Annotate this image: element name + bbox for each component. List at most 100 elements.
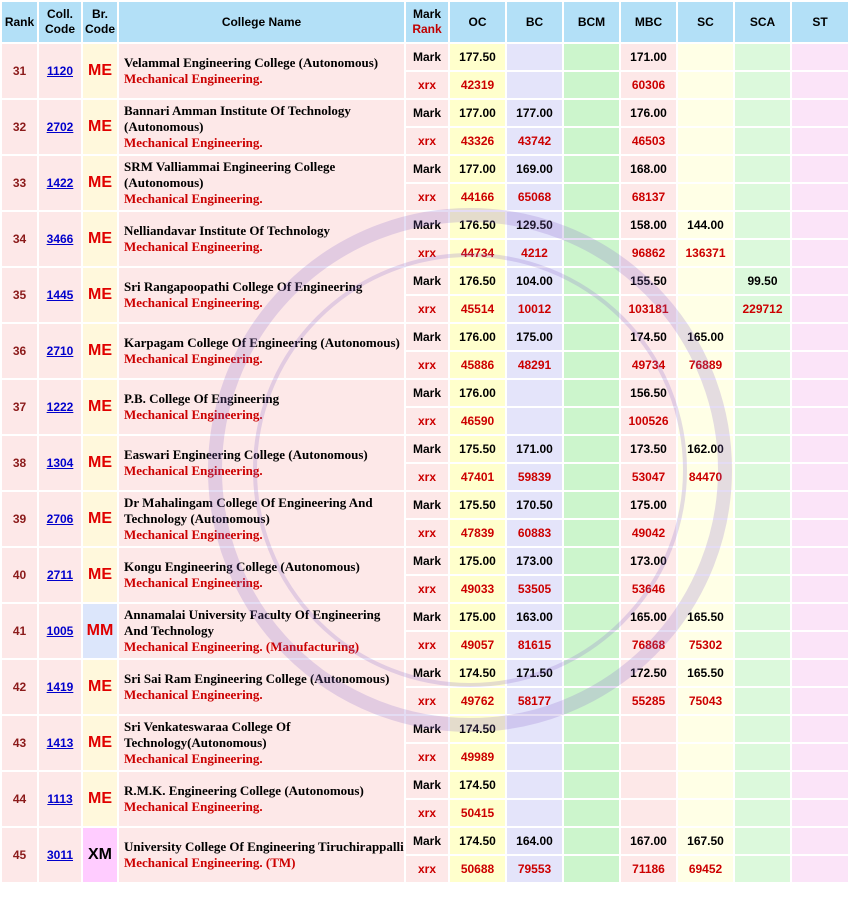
- header-br-code: Br. Code: [83, 2, 117, 42]
- rank-label: xrx: [406, 576, 448, 602]
- rank-bc: 43742: [507, 128, 562, 154]
- mark-bc: 164.00: [507, 828, 562, 854]
- rank-label: xrx: [406, 184, 448, 210]
- mark-mbc: 175.00: [621, 492, 676, 518]
- mark-label: Mark: [406, 156, 448, 182]
- college-code-cell: 1445: [39, 268, 81, 322]
- mark-mbc: 168.00: [621, 156, 676, 182]
- mark-bc: 129.50: [507, 212, 562, 238]
- rank-mbc: 96862: [621, 240, 676, 266]
- table-body: 31 1120 ME Velammal Engineering College (Au…: [2, 44, 848, 882]
- mark-mbc: 176.00: [621, 100, 676, 126]
- college-code-link[interactable]: 1419: [47, 680, 74, 694]
- mark-st: [792, 604, 848, 630]
- college-name: SRM Valliammai Engineering College (Auto…: [124, 159, 336, 190]
- rank-mbc: 55285: [621, 688, 676, 714]
- college-code-link[interactable]: 1222: [47, 400, 74, 414]
- mark-bcm: [564, 716, 619, 742]
- rank-label: xrx: [406, 240, 448, 266]
- college-name: Dr Mahalingam College Of Engineering And…: [124, 495, 373, 526]
- mark-label: Mark: [406, 828, 448, 854]
- college-code-cell: 2710: [39, 324, 81, 378]
- mark-bcm: [564, 380, 619, 406]
- rank-bc: 81615: [507, 632, 562, 658]
- college-code-link[interactable]: 1005: [47, 624, 74, 638]
- branch-code: XM: [83, 828, 117, 882]
- mark-st: [792, 716, 848, 742]
- mark-bc: 170.50: [507, 492, 562, 518]
- mark-bcm: [564, 436, 619, 462]
- branch-name: Mechanical Engineering.: [124, 463, 263, 478]
- rank-oc: 47839: [450, 520, 505, 546]
- college-code-link[interactable]: 3011: [47, 848, 73, 862]
- row-rank: 33: [2, 156, 37, 210]
- table-row: 40 2711 ME Kongu Engineering College (Auton…: [2, 548, 848, 602]
- mark-bcm: [564, 44, 619, 70]
- row-rank: 37: [2, 380, 37, 434]
- college-code-link[interactable]: 2711: [47, 568, 73, 582]
- rank-label: xrx: [406, 352, 448, 378]
- college-name: Kongu Engineering College (Autonomous): [124, 559, 360, 574]
- college-name: Sri Venkateswaraa College Of Technology(…: [124, 719, 291, 750]
- rank-mbc: 103181: [621, 296, 676, 322]
- college-code-link[interactable]: 1113: [47, 792, 72, 806]
- branch-name: Mechanical Engineering.: [124, 239, 263, 254]
- rank-sca: [735, 408, 790, 434]
- rank-bc: [507, 800, 562, 826]
- rank-st: [792, 856, 848, 882]
- college-code-link[interactable]: 2710: [47, 344, 74, 358]
- branch-name: Mechanical Engineering. (TM): [124, 855, 296, 870]
- college-code-link[interactable]: 1413: [47, 736, 74, 750]
- mark-sca: [735, 548, 790, 574]
- college-code-link[interactable]: 3466: [47, 232, 74, 246]
- college-code-cell: 2711: [39, 548, 81, 602]
- mark-oc: 177.50: [450, 44, 505, 70]
- rank-st: [792, 800, 848, 826]
- mark-st: [792, 100, 848, 126]
- rank-bcm: [564, 408, 619, 434]
- college-code-link[interactable]: 1445: [47, 288, 74, 302]
- branch-name: Mechanical Engineering.: [124, 527, 263, 542]
- rank-oc: 45886: [450, 352, 505, 378]
- rank-sca: [735, 744, 790, 770]
- table-row: 36 2710 ME Karpagam College Of Engineering …: [2, 324, 848, 378]
- mark-sca: [735, 380, 790, 406]
- college-code-cell: 1422: [39, 156, 81, 210]
- mark-bcm: [564, 772, 619, 798]
- college-code-link[interactable]: 1422: [47, 176, 74, 190]
- college-code-cell: 1120: [39, 44, 81, 98]
- mark-label: Mark: [406, 660, 448, 686]
- rank-bcm: [564, 128, 619, 154]
- branch-name: Mechanical Engineering.: [124, 295, 263, 310]
- rank-label: xrx: [406, 744, 448, 770]
- mark-oc: 177.00: [450, 100, 505, 126]
- mark-label: Mark: [406, 380, 448, 406]
- rank-sc: [678, 520, 733, 546]
- rank-bcm: [564, 520, 619, 546]
- mark-st: [792, 492, 848, 518]
- header-mark-rank-label: Rank: [412, 22, 442, 36]
- college-code-link[interactable]: 2706: [47, 512, 74, 526]
- mark-st: [792, 772, 848, 798]
- rank-mbc: 53646: [621, 576, 676, 602]
- mark-sc: [678, 492, 733, 518]
- rank-label: xrx: [406, 632, 448, 658]
- rank-st: [792, 128, 848, 154]
- college-code-link[interactable]: 2702: [47, 120, 74, 134]
- rank-sca: [735, 128, 790, 154]
- branch-code: ME: [83, 100, 117, 154]
- mark-st: [792, 380, 848, 406]
- rank-oc: 49762: [450, 688, 505, 714]
- row-rank: 45: [2, 828, 37, 882]
- rank-bc: [507, 72, 562, 98]
- college-name-cell: Kongu Engineering College (Autonomous) Me…: [119, 548, 404, 602]
- college-name-cell: Bannari Amman Institute Of Technology (A…: [119, 100, 404, 154]
- college-code-link[interactable]: 1120: [47, 64, 73, 78]
- college-code-link[interactable]: 1304: [47, 456, 74, 470]
- mark-bc: [507, 380, 562, 406]
- branch-code: ME: [83, 436, 117, 490]
- rank-mbc: 71186: [621, 856, 676, 882]
- mark-label: Mark: [406, 716, 448, 742]
- cutoff-table: Rank Coll. Code Br. Code College Name Ma…: [0, 0, 850, 884]
- mark-label: Mark: [406, 492, 448, 518]
